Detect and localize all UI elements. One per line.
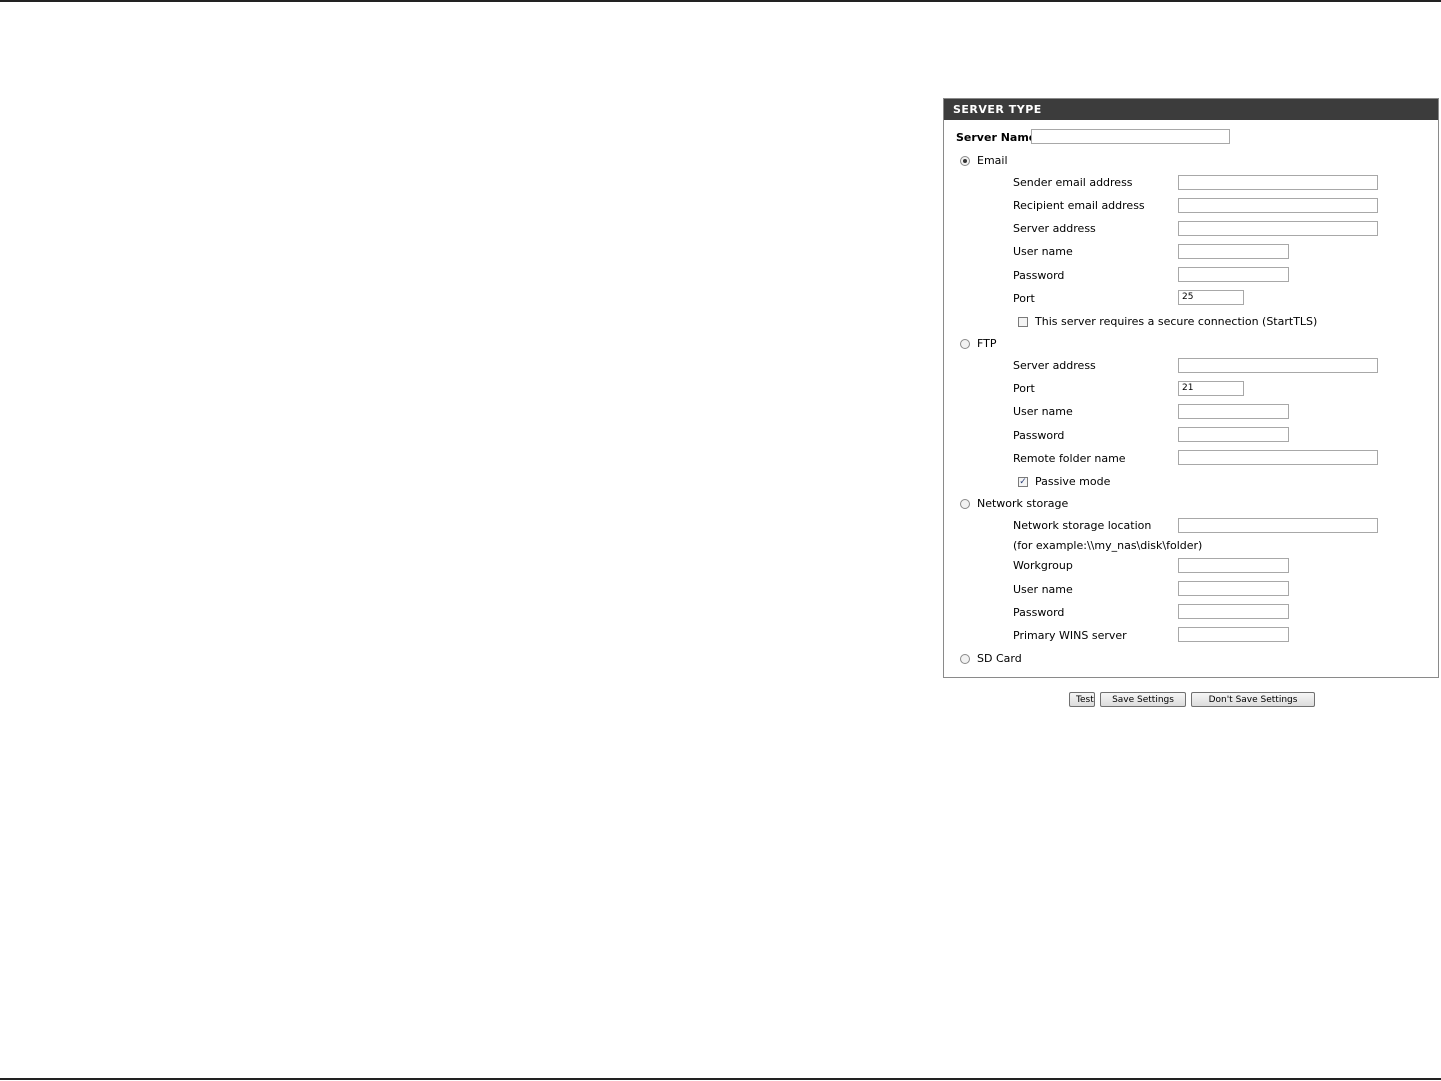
ftp-user-name-input[interactable]: [1178, 404, 1289, 419]
email-password-label: Password: [1013, 269, 1065, 282]
panel-title: SERVER TYPE: [944, 99, 1438, 120]
email-server-address-input[interactable]: [1178, 221, 1378, 236]
wins-server-input[interactable]: [1178, 627, 1289, 642]
network-storage-example: (for example:\\my_nas\disk\folder): [1013, 539, 1203, 552]
dont-save-settings-button[interactable]: Don't Save Settings: [1191, 692, 1315, 707]
nas-user-name-label: User name: [1013, 583, 1073, 596]
starttls-checkbox[interactable]: [1018, 317, 1028, 327]
sd-card-radio[interactable]: [960, 654, 970, 664]
email-port-input[interactable]: 25: [1178, 290, 1244, 305]
email-user-name-label: User name: [1013, 245, 1073, 258]
network-storage-location-input[interactable]: [1178, 518, 1378, 533]
sender-email-input[interactable]: [1178, 175, 1378, 190]
ftp-radio-label: FTP: [977, 337, 997, 350]
ftp-password-input[interactable]: [1178, 427, 1289, 442]
bottom-rule: [0, 1078, 1441, 1080]
ftp-server-address-input[interactable]: [1178, 358, 1378, 373]
top-rule: [0, 0, 1441, 2]
email-port-label: Port: [1013, 292, 1035, 305]
sender-email-label: Sender email address: [1013, 176, 1133, 189]
workgroup-label: Workgroup: [1013, 559, 1073, 572]
email-radio[interactable]: [960, 156, 970, 166]
network-storage-radio[interactable]: [960, 499, 970, 509]
recipient-email-label: Recipient email address: [1013, 199, 1145, 212]
ftp-server-address-label: Server address: [1013, 359, 1096, 372]
server-name-label: Server Name:: [956, 131, 1041, 144]
save-settings-button[interactable]: Save Settings: [1100, 692, 1186, 707]
remote-folder-input[interactable]: [1178, 450, 1378, 465]
server-type-panel: SERVER TYPE Server Name: Email Sender em…: [943, 98, 1439, 678]
email-password-input[interactable]: [1178, 267, 1289, 282]
ftp-port-input[interactable]: 21: [1178, 381, 1244, 396]
nas-password-input[interactable]: [1178, 604, 1289, 619]
sd-card-radio-label: SD Card: [977, 652, 1022, 665]
remote-folder-label: Remote folder name: [1013, 452, 1126, 465]
test-button[interactable]: Test: [1069, 692, 1095, 707]
nas-user-name-input[interactable]: [1178, 581, 1289, 596]
wins-server-label: Primary WINS server: [1013, 629, 1127, 642]
network-storage-location-label: Network storage location: [1013, 519, 1152, 532]
recipient-email-input[interactable]: [1178, 198, 1378, 213]
nas-password-label: Password: [1013, 606, 1065, 619]
passive-mode-label: Passive mode: [1035, 475, 1111, 488]
workgroup-input[interactable]: [1178, 558, 1289, 573]
email-server-address-label: Server address: [1013, 222, 1096, 235]
ftp-user-name-label: User name: [1013, 405, 1073, 418]
email-user-name-input[interactable]: [1178, 244, 1289, 259]
email-radio-label: Email: [977, 154, 1008, 167]
network-storage-radio-label: Network storage: [977, 497, 1069, 510]
ftp-radio[interactable]: [960, 339, 970, 349]
server-name-input[interactable]: [1031, 129, 1230, 144]
ftp-password-label: Password: [1013, 429, 1065, 442]
passive-mode-checkbox[interactable]: ✓: [1018, 477, 1028, 487]
ftp-port-label: Port: [1013, 382, 1035, 395]
starttls-label: This server requires a secure connection…: [1035, 315, 1318, 328]
